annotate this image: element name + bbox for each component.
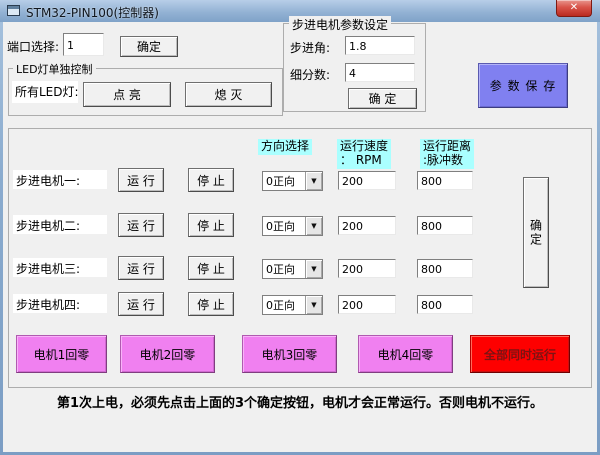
motor1-zero-button[interactable]: 电机1回零 [16, 335, 107, 373]
subdivision-label: 细分数: [290, 66, 330, 83]
chevron-down-icon[interactable]: ▼ [305, 260, 322, 278]
motor3-label: 步进电机三: [13, 258, 107, 277]
chevron-down-icon[interactable]: ▼ [305, 296, 322, 314]
port-confirm-button[interactable]: 确定 [120, 36, 178, 57]
motor3-distance-input[interactable] [417, 259, 473, 278]
window-icon [7, 5, 20, 16]
motor1-label: 步进电机一: [13, 170, 107, 189]
port-select-label: 端口选择: [7, 38, 59, 55]
motor2-label: 步进电机二: [13, 215, 107, 234]
app-window: STM32-PIN100(控制器) ✕ 端口选择: 确定 LED灯单独控制 所有… [0, 0, 600, 455]
startup-note: 第1次上电，必须先点击上面的3个确定按钮，电机才会正常运行。否则电机不运行。 [0, 392, 600, 411]
motor1-stop-button[interactable]: 停 止 [188, 168, 234, 192]
motor4-label: 步进电机四: [13, 294, 107, 313]
motor4-zero-button[interactable]: 电机4回零 [358, 335, 453, 373]
motor4-speed-input[interactable] [338, 295, 396, 314]
led-off-button[interactable]: 熄 灭 [185, 82, 272, 107]
motor2-run-button[interactable]: 运 行 [118, 213, 164, 237]
chevron-down-icon[interactable]: ▼ [305, 172, 322, 190]
motor3-direction-select[interactable]: 0正向 ▼ [262, 259, 323, 279]
window-title: STM32-PIN100(控制器) [26, 4, 159, 21]
motor2-zero-button[interactable]: 电机2回零 [120, 335, 215, 373]
run-all-button[interactable]: 全部同时运行 [470, 335, 570, 373]
motor1-distance-input[interactable] [417, 171, 473, 190]
motor1-direction-value: 0正向 [263, 173, 305, 189]
params-confirm-button[interactable]: 确 定 [348, 88, 417, 109]
stepper-params-legend: 步进电机参数设定 [289, 16, 391, 33]
motor2-distance-input[interactable] [417, 216, 473, 235]
motor1-run-button[interactable]: 运 行 [118, 168, 164, 192]
speed-header: 运行速度 ： RPM [337, 139, 391, 169]
subdivision-input[interactable] [345, 63, 415, 82]
motor1-direction-select[interactable]: 0正向 ▼ [262, 171, 323, 191]
motor1-speed-input[interactable] [338, 171, 396, 190]
motor4-direction-value: 0正向 [263, 297, 305, 313]
step-angle-label: 步进角: [290, 39, 330, 56]
motor3-run-button[interactable]: 运 行 [118, 256, 164, 280]
led-group-legend: LED灯单独控制 [13, 61, 96, 77]
close-button[interactable]: ✕ [556, 0, 592, 17]
port-input[interactable] [63, 33, 104, 56]
motor2-direction-value: 0正向 [263, 218, 305, 234]
motor4-run-button[interactable]: 运 行 [118, 292, 164, 316]
save-params-button[interactable]: 参 数 保 存 [478, 63, 568, 108]
chevron-down-icon[interactable]: ▼ [305, 217, 322, 235]
motor4-stop-button[interactable]: 停 止 [188, 292, 234, 316]
motor4-direction-select[interactable]: 0正向 ▼ [262, 295, 323, 315]
motors-confirm-button[interactable]: 确定 [523, 177, 549, 288]
motor2-direction-select[interactable]: 0正向 ▼ [262, 216, 323, 236]
close-icon: ✕ [570, 2, 578, 13]
all-led-label: 所有LED灯: [12, 81, 78, 103]
motor4-distance-input[interactable] [417, 295, 473, 314]
motor3-stop-button[interactable]: 停 止 [188, 256, 234, 280]
motor3-zero-button[interactable]: 电机3回零 [242, 335, 337, 373]
motor2-stop-button[interactable]: 停 止 [188, 213, 234, 237]
distance-header: 运行距离 :脉冲数 [420, 139, 474, 169]
motor2-speed-input[interactable] [338, 216, 396, 235]
step-angle-input[interactable] [345, 36, 415, 55]
direction-header: 方向选择 [258, 139, 312, 155]
motor3-direction-value: 0正向 [263, 261, 305, 277]
led-on-button[interactable]: 点 亮 [83, 82, 171, 107]
motor3-speed-input[interactable] [338, 259, 396, 278]
